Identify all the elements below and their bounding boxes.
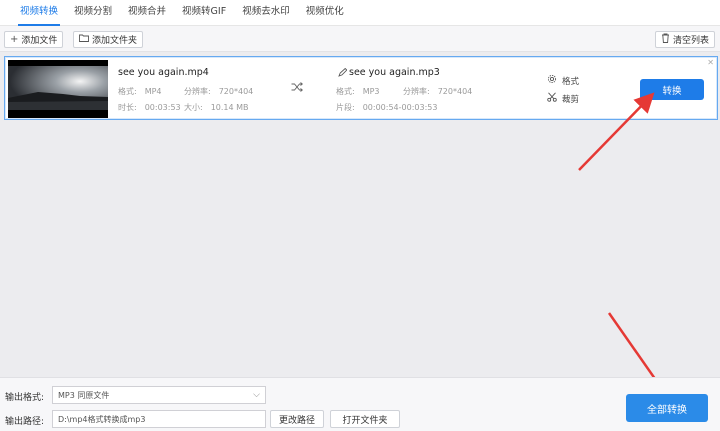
clear-list-label: 清空列表 (673, 36, 710, 46)
output-format-value: MP3 同原文件 (58, 390, 110, 400)
tab-bar: 视频转换 视频分割 视频合并 视频转GIF 视频去水印 视频优化 (0, 0, 720, 26)
out-resolution-label: 分辨率: (403, 87, 430, 96)
source-resolution-row: 分辨率: 720*404 (184, 86, 253, 97)
output-file-name[interactable]: see you again.mp3 (349, 67, 440, 78)
output-format-select[interactable]: MP3 同原文件 ⌵ (52, 386, 266, 404)
open-folder-button[interactable]: 打开文件夹 (330, 410, 400, 428)
cut-label: 裁剪 (562, 94, 580, 105)
file-item-card[interactable]: see you again.mp4 格式: MP4 分辨率: 720*404 时长:… (4, 56, 718, 120)
format-settings-label: 格式 (562, 76, 580, 87)
tab-video-optimize[interactable]: 视频优化 (298, 0, 352, 26)
out-resolution-value: 720*404 (437, 87, 473, 96)
output-segment-row: 片段: 00:00:54-00:03:53 (336, 102, 437, 113)
video-thumbnail (8, 60, 108, 118)
folder-icon (79, 34, 89, 45)
add-folder-label: 添加文件夹 (92, 36, 138, 46)
add-folder-button[interactable]: 添加文件夹 (73, 31, 144, 48)
format-settings-button[interactable]: 格式 (547, 74, 579, 87)
scissors-icon (547, 92, 557, 105)
convert-all-button[interactable]: 全部转换 (626, 394, 708, 422)
close-icon[interactable]: ✕ (707, 58, 714, 67)
source-size-row: 大小: 10.14 MB (184, 102, 249, 113)
plus-icon: + (10, 34, 19, 45)
tab-remove-watermark[interactable]: 视频去水印 (234, 0, 298, 26)
source-format-row: 格式: MP4 (118, 86, 162, 97)
tab-video-to-gif[interactable]: 视频转GIF (174, 0, 234, 26)
chevron-down-icon: ⌵ (253, 390, 260, 400)
format-label: 格式: (118, 87, 137, 96)
size-label: 大小: (184, 103, 203, 112)
clear-list-button[interactable]: 清空列表 (655, 31, 716, 48)
output-settings-panel: 输出格式: MP3 同原文件 ⌵ 输出路径: D:\mp4格式转换成mp3 更改… (0, 377, 720, 431)
gear-icon (547, 74, 557, 87)
duration-label: 时长: (118, 103, 137, 112)
shuffle-icon (291, 82, 304, 95)
edit-pencil-icon[interactable] (338, 67, 348, 80)
segment-label: 片段: (336, 103, 355, 112)
output-path-value: D:\mp4格式转换成mp3 (58, 414, 146, 424)
change-path-button[interactable]: 更改路径 (270, 410, 324, 428)
tab-video-split[interactable]: 视频分割 (66, 0, 120, 26)
output-path-label: 输出路径: (5, 417, 45, 427)
toolbar: + 添加文件 添加文件夹 清空列表 (0, 26, 720, 52)
cut-button[interactable]: 裁剪 (547, 92, 579, 105)
segment-value: 00:00:54-00:03:53 (362, 103, 438, 112)
resolution-label: 分辨率: (184, 87, 211, 96)
duration-value: 00:03:53 (144, 103, 181, 112)
add-file-button[interactable]: + 添加文件 (4, 31, 64, 48)
output-format-label: 输出格式: (5, 393, 45, 403)
convert-button[interactable]: 转换 (640, 79, 704, 100)
format-value: MP4 (144, 87, 162, 96)
source-duration-row: 时长: 00:03:53 (118, 102, 181, 113)
trash-icon (661, 33, 670, 46)
output-resolution-row: 分辨率: 720*404 (403, 86, 472, 97)
out-format-label: 格式: (336, 87, 355, 96)
out-format-value: MP3 (362, 87, 380, 96)
source-file-name: see you again.mp4 (118, 67, 209, 78)
output-format-row: 格式: MP3 (336, 86, 380, 97)
add-file-label: 添加文件 (21, 36, 58, 46)
resolution-value: 720*404 (218, 87, 254, 96)
output-path-field[interactable]: D:\mp4格式转换成mp3 (52, 410, 266, 428)
tab-video-merge[interactable]: 视频合并 (120, 0, 174, 26)
tab-video-convert[interactable]: 视频转换 (12, 0, 66, 26)
size-value: 10.14 MB (210, 103, 249, 112)
